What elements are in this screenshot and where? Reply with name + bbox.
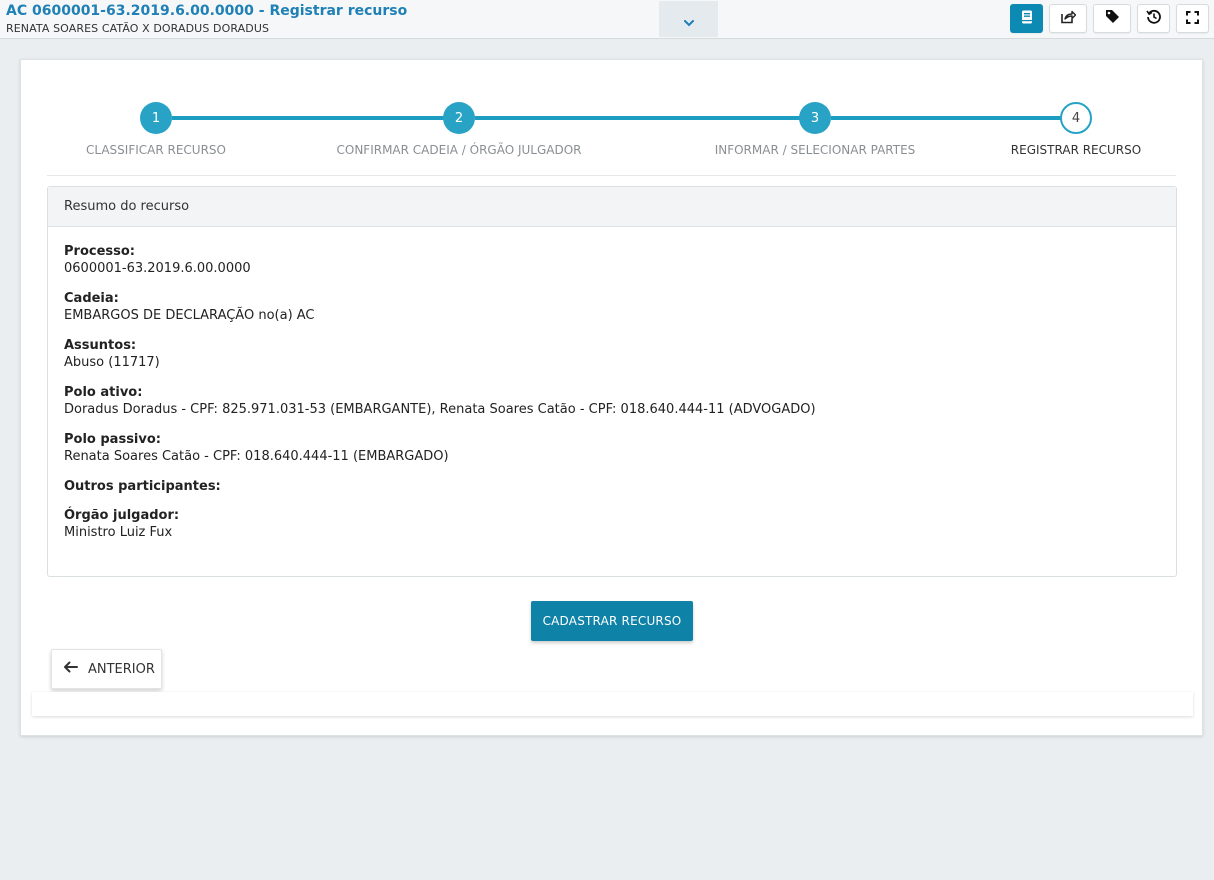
tag-icon bbox=[1105, 9, 1120, 28]
step-3-circle[interactable]: 3 bbox=[799, 102, 831, 134]
field-label: Polo ativo: bbox=[64, 385, 143, 400]
step-2-circle[interactable]: 2 bbox=[443, 102, 475, 134]
main-card: 1 2 3 4 CLASSIFICAR RECURSO CONFIRMAR CA… bbox=[20, 59, 1203, 736]
field-value: Ministro Luiz Fux bbox=[64, 525, 173, 540]
step-1-circle[interactable]: 1 bbox=[140, 102, 172, 134]
field-polo-ativo: Polo ativo: Doradus Doradus - CPF: 825.9… bbox=[64, 384, 1160, 419]
wizard-stepper: 1 2 3 4 CLASSIFICAR RECURSO CONFIRMAR CA… bbox=[21, 60, 1202, 176]
summary-panel-title: Resumo do recurso bbox=[48, 187, 1176, 227]
page-title: AC 0600001-63.2019.6.00.0000 - Registrar… bbox=[6, 3, 408, 19]
chevron-down-icon bbox=[683, 12, 694, 31]
divider bbox=[47, 175, 1176, 176]
field-label: Polo passivo: bbox=[64, 432, 161, 447]
field-assuntos: Assuntos: Abuso (11717) bbox=[64, 337, 1160, 372]
summary-panel-body: Processo: 0600001-63.2019.6.00.0000 Cade… bbox=[48, 227, 1176, 542]
field-label: Cadeia: bbox=[64, 291, 119, 306]
field-label: Assuntos: bbox=[64, 338, 137, 353]
page-header: AC 0600001-63.2019.6.00.0000 - Registrar… bbox=[0, 0, 1214, 39]
book-button[interactable] bbox=[1010, 4, 1043, 33]
tag-button[interactable] bbox=[1093, 4, 1131, 33]
field-processo: Processo: 0600001-63.2019.6.00.0000 bbox=[64, 243, 1160, 278]
step-4-circle: 4 bbox=[1060, 102, 1092, 134]
field-value: EMBARGOS DE DECLARAÇÃO no(a) AC bbox=[64, 308, 315, 323]
field-label: Órgão julgador: bbox=[64, 508, 180, 523]
fullscreen-button[interactable] bbox=[1176, 4, 1209, 33]
field-value: Abuso (11717) bbox=[64, 355, 160, 370]
field-cadeia: Cadeia: EMBARGOS DE DECLARAÇÃO no(a) AC bbox=[64, 290, 1160, 325]
step-1-label: CLASSIFICAR RECURSO bbox=[86, 143, 226, 157]
share-icon bbox=[1060, 9, 1077, 28]
summary-panel: Resumo do recurso Processo: 0600001-63.2… bbox=[47, 186, 1177, 577]
field-label: Processo: bbox=[64, 244, 135, 259]
book-icon bbox=[1021, 9, 1033, 28]
field-value: 0600001-63.2019.6.00.0000 bbox=[64, 261, 251, 276]
field-outros-participantes: Outros participantes: bbox=[64, 478, 1160, 495]
field-label: Outros participantes: bbox=[64, 479, 221, 494]
step-2-label: CONFIRMAR CADEIA / ÓRGÃO JULGADOR bbox=[336, 143, 582, 157]
field-orgao-julgador: Órgão julgador: Ministro Luiz Fux bbox=[64, 507, 1160, 542]
header-toolbar bbox=[1010, 4, 1209, 33]
step-3-label: INFORMAR / SELECIONAR PARTES bbox=[714, 143, 916, 157]
history-button[interactable] bbox=[1137, 4, 1170, 33]
step-connector bbox=[172, 116, 459, 120]
step-4-label: REGISTRAR RECURSO bbox=[1010, 143, 1142, 157]
step-connector bbox=[831, 116, 1074, 120]
previous-button-label: ANTERIOR bbox=[88, 661, 155, 677]
cadastrar-recurso-button[interactable]: CADASTRAR RECURSO bbox=[531, 601, 693, 641]
page-subtitle: RENATA SOARES CATÃO X DORADUS DORADUS bbox=[6, 22, 270, 35]
share-button[interactable] bbox=[1049, 4, 1087, 33]
field-polo-passivo: Polo passivo: Renata Soares Catão - CPF:… bbox=[64, 431, 1160, 466]
field-value: Doradus Doradus - CPF: 825.971.031-53 (E… bbox=[64, 402, 816, 417]
header-expand-toggle[interactable] bbox=[659, 1, 718, 37]
field-value: Renata Soares Catão - CPF: 018.640.444-1… bbox=[64, 449, 449, 464]
previous-button[interactable]: ANTERIOR bbox=[51, 649, 162, 689]
arrow-left-icon bbox=[63, 661, 78, 677]
fullscreen-icon bbox=[1186, 9, 1199, 28]
history-icon bbox=[1146, 9, 1161, 28]
step-connector bbox=[475, 116, 815, 120]
footer-bar bbox=[32, 692, 1193, 716]
